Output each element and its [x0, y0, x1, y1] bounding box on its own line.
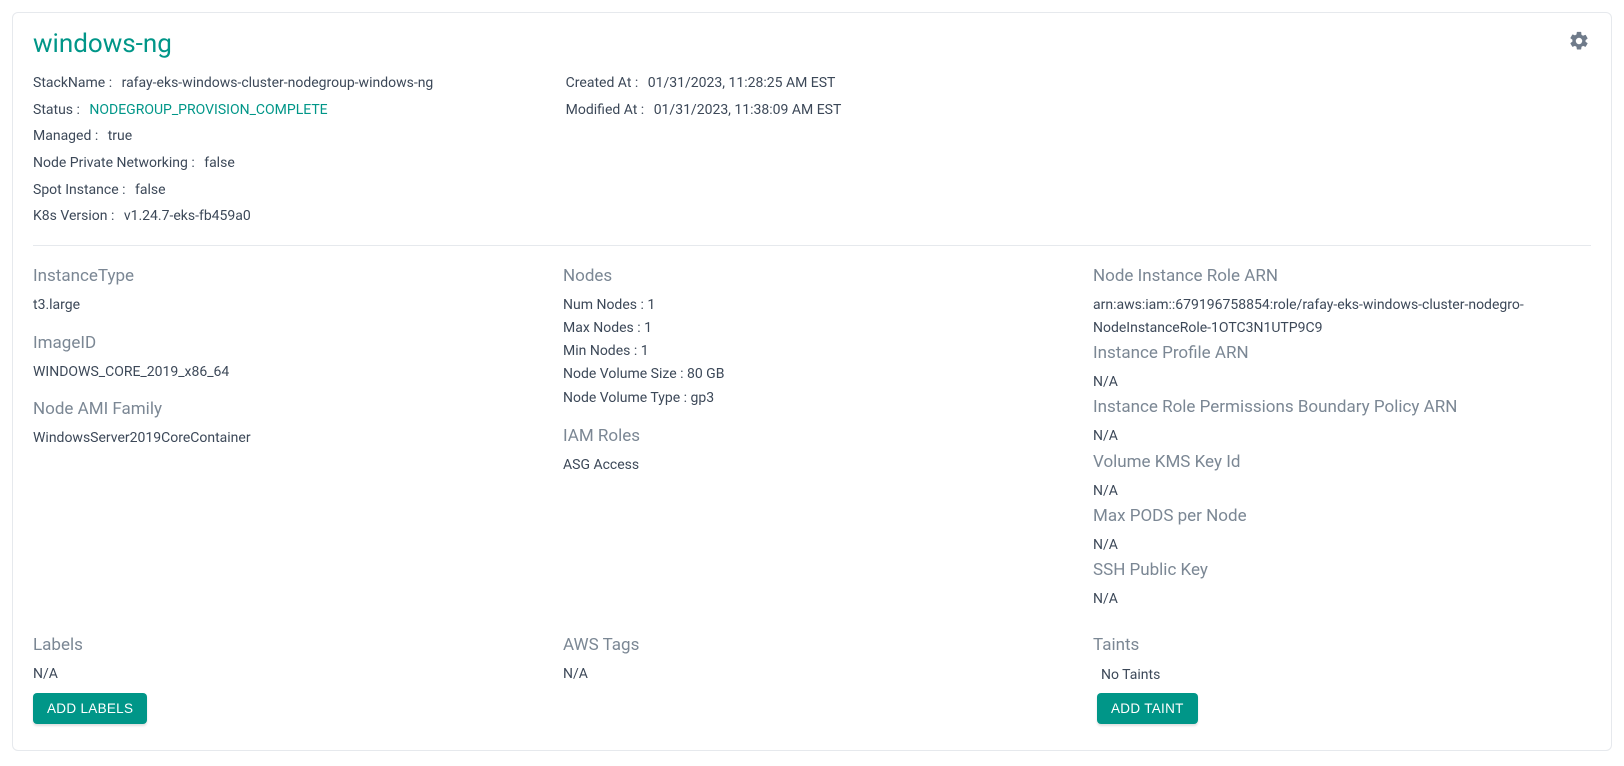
ssh-heading: SSH Public Key: [1093, 560, 1591, 580]
labels-section: Labels N/A ADD LABELS: [33, 635, 531, 724]
num-nodes-label: Num Nodes: [563, 297, 647, 313]
meta-col-left: StackName : rafay-eks-windows-cluster-no…: [33, 73, 526, 233]
maxpods-heading: Max PODS per Node: [1093, 506, 1591, 526]
imageid-heading: ImageID: [33, 333, 531, 353]
managed-label: Managed :: [33, 128, 98, 144]
maxpods-value: N/A: [1093, 534, 1591, 556]
labels-value: N/A: [33, 663, 531, 685]
tags-section: AWS Tags N/A: [563, 635, 1061, 724]
iam-value: ASG Access: [563, 454, 1061, 476]
details-grid: InstanceType t3.large ImageID WINDOWS_CO…: [33, 266, 1591, 724]
ipa-heading: Instance Profile ARN: [1093, 343, 1591, 363]
taints-block: No Taints ADD TAINT: [1093, 663, 1591, 724]
modified-label: Modified At :: [566, 102, 645, 118]
taints-heading: Taints: [1093, 635, 1591, 655]
modified-row: Modified At : 01/31/2023, 11:38:09 AM ES…: [566, 100, 1059, 122]
created-label: Created At :: [566, 75, 639, 91]
imageid-value: WINDOWS_CORE_2019_x86_64: [33, 361, 531, 383]
kms-value: N/A: [1093, 480, 1591, 502]
npn-label: Node Private Networking :: [33, 155, 195, 171]
col-left: InstanceType t3.large ImageID WINDOWS_CO…: [33, 266, 531, 615]
npn-value: false: [204, 155, 235, 171]
k8s-row: K8s Version : v1.24.7-eks-fb459a0: [33, 206, 526, 228]
tags-value: N/A: [563, 663, 1061, 685]
stackname-label: StackName :: [33, 75, 112, 91]
add-labels-button[interactable]: ADD LABELS: [33, 693, 147, 724]
page-title: windows-ng: [33, 29, 1591, 59]
npn-row: Node Private Networking : false: [33, 153, 526, 175]
min-nodes-label: Min Nodes: [563, 343, 641, 359]
amifamily-heading: Node AMI Family: [33, 399, 531, 419]
col-right: Node Instance Role ARN arn:aws:iam::6791…: [1093, 266, 1591, 615]
voltype-value: gp3: [690, 390, 714, 406]
num-nodes-value: 1: [647, 297, 655, 313]
status-value: NODEGROUP_PROVISION_COMPLETE: [89, 102, 327, 118]
volsize-value: 80 GB: [687, 366, 724, 382]
nodes-heading: Nodes: [563, 266, 1061, 286]
settings-button[interactable]: [1565, 29, 1593, 57]
spot-label: Spot Instance :: [33, 182, 126, 198]
irpb-heading: Instance Role Permissions Boundary Polic…: [1093, 397, 1591, 417]
stackname-value: rafay-eks-windows-cluster-nodegroup-wind…: [122, 75, 434, 91]
volsize-label: Node Volume Size: [563, 366, 687, 382]
created-value: 01/31/2023, 11:28:25 AM EST: [648, 75, 836, 91]
spot-row: Spot Instance : false: [33, 180, 526, 202]
managed-row: Managed : true: [33, 126, 526, 148]
stackname-row: StackName : rafay-eks-windows-cluster-no…: [33, 73, 526, 95]
amifamily-value: WindowsServer2019CoreContainer: [33, 427, 531, 449]
min-nodes-row: Min Nodes1: [563, 340, 1061, 363]
created-row: Created At : 01/31/2023, 11:28:25 AM EST: [566, 73, 1059, 95]
max-nodes-row: Max Nodes1: [563, 317, 1061, 340]
nir-heading: Node Instance Role ARN: [1093, 266, 1591, 286]
ipa-value: N/A: [1093, 371, 1591, 393]
top-metadata: StackName : rafay-eks-windows-cluster-no…: [33, 73, 1591, 246]
meta-col-right: Created At : 01/31/2023, 11:28:25 AM EST…: [566, 73, 1059, 233]
status-row: Status : NODEGROUP_PROVISION_COMPLETE: [33, 100, 526, 122]
voltype-label: Node Volume Type: [563, 390, 690, 406]
status-label: Status :: [33, 102, 80, 118]
max-nodes-label: Max Nodes: [563, 320, 644, 336]
modified-value: 01/31/2023, 11:38:09 AM EST: [654, 102, 842, 118]
tags-heading: AWS Tags: [563, 635, 1061, 655]
taints-section: Taints No Taints ADD TAINT: [1093, 635, 1591, 724]
instancetype-value: t3.large: [33, 294, 531, 316]
instancetype-heading: InstanceType: [33, 266, 531, 286]
nodes-block: Num Nodes1 Max Nodes1 Min Nodes1 Node Vo…: [563, 294, 1061, 409]
iam-heading: IAM Roles: [563, 426, 1061, 446]
k8s-label: K8s Version :: [33, 208, 114, 224]
gear-icon: [1568, 30, 1590, 56]
taints-value: No Taints: [1093, 663, 1591, 687]
managed-value: true: [108, 128, 132, 144]
nir-value: arn:aws:iam::679196758854:role/rafay-eks…: [1093, 294, 1591, 339]
nodegroup-card: windows-ng StackName : rafay-eks-windows…: [12, 12, 1612, 751]
max-nodes-value: 1: [644, 320, 652, 336]
meta-col-spacer: [1098, 73, 1591, 233]
num-nodes-row: Num Nodes1: [563, 294, 1061, 317]
volsize-row: Node Volume Size80 GB: [563, 363, 1061, 386]
kms-heading: Volume KMS Key Id: [1093, 452, 1591, 472]
add-taint-button[interactable]: ADD TAINT: [1097, 693, 1198, 724]
min-nodes-value: 1: [641, 343, 649, 359]
k8s-value: v1.24.7-eks-fb459a0: [124, 208, 251, 224]
spot-value: false: [135, 182, 166, 198]
ssh-value: N/A: [1093, 588, 1591, 610]
col-mid: Nodes Num Nodes1 Max Nodes1 Min Nodes1 N…: [563, 266, 1061, 615]
labels-heading: Labels: [33, 635, 531, 655]
voltype-row: Node Volume Typegp3: [563, 387, 1061, 410]
irpb-value: N/A: [1093, 425, 1591, 447]
